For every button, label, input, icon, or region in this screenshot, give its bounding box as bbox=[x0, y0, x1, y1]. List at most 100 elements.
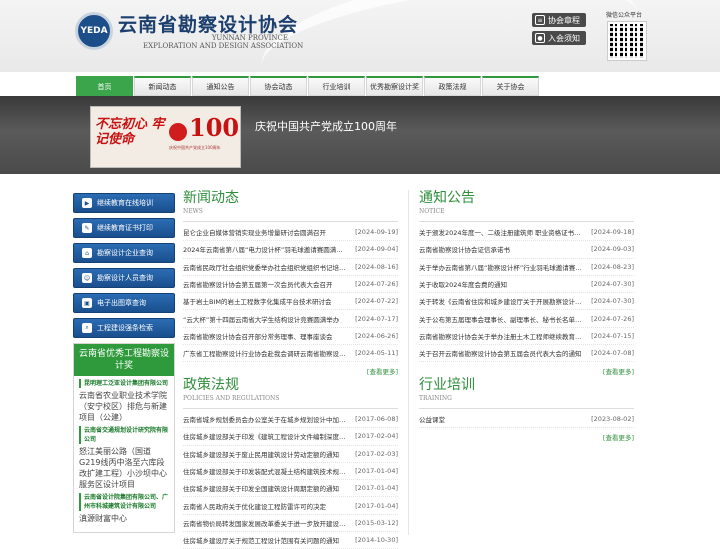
party-emblem-icon bbox=[169, 123, 187, 141]
list-item-title: 云南省勘察设计协会关于举办注册土木工程师继续教育的通知 bbox=[419, 332, 592, 341]
list-item[interactable]: 关于公布第五届理事会理事长、副理事长、秘书长名单的公告 [2024-07-26] bbox=[419, 310, 634, 328]
award-entry[interactable]: 云南省设计院集团有限公司、广州市科城建筑设计有限公司 滇源财富中心 bbox=[74, 490, 174, 524]
list-item[interactable]: 公益课堂 [2023-08-02] bbox=[419, 411, 634, 429]
sidebar-quick-link-label: 勘察设计企业查询 bbox=[97, 249, 153, 257]
nav-item[interactable]: 首页 bbox=[76, 76, 133, 96]
list-item-title: 住房城乡建设厅关于规范工程设计范围有关问题的通知 bbox=[183, 537, 339, 546]
nav-item[interactable]: 行业培训 bbox=[308, 76, 365, 96]
list-item[interactable]: 云南省民政厅社会组织党委举办社会组织党组织书记培训班 [2024-08-16] bbox=[183, 259, 398, 276]
list-item-date: [2024-07-22] bbox=[355, 297, 398, 306]
list-item[interactable]: 云南省勘察设计协会第五届第一次会员代表大会召开 [2024-07-26] bbox=[183, 276, 398, 294]
sidebar-quick-link[interactable]: ⌂ 勘察设计企业查询 bbox=[73, 243, 175, 263]
list-item-title: 住房城乡建设部关于印发全国建筑设计周期定额的通知 bbox=[183, 485, 339, 494]
list-item[interactable]: 关于颁发2024年度一、二级注册建筑师 职业资格证书的通知 [2024-09-18… bbox=[419, 224, 634, 242]
list-item-date: [2015-03-12] bbox=[355, 518, 398, 527]
list-item[interactable]: 关于举办云南省第八届“勘察设计杯”行业羽毛球邀请赛的通知 [2024-08-23] bbox=[419, 259, 634, 276]
notice-more-link[interactable]: [查看更多] bbox=[419, 366, 634, 376]
policy-title[interactable]: 政策法规 bbox=[183, 377, 398, 393]
sidebar-quick-link-label: 工程建设强条检索 bbox=[97, 324, 153, 332]
list-item[interactable]: 关于召开云南省勘察设计协会第五届会员代表大会的通知 [2024-07-08] bbox=[419, 345, 634, 363]
site-title-en-line1: YUNNAN PROVINCE bbox=[211, 34, 288, 42]
list-item-date: [2024-07-17] bbox=[355, 314, 398, 323]
notice-title[interactable]: 通知公告 bbox=[419, 190, 634, 206]
sidebar-quick-link[interactable]: ▶ 继续教育在线培训 bbox=[73, 193, 175, 213]
list-item-date: [2017-06-08] bbox=[355, 415, 398, 424]
news-more-link[interactable]: [查看更多] bbox=[183, 366, 398, 376]
search-icon: ⌕ bbox=[82, 323, 92, 333]
column-divider bbox=[408, 190, 409, 535]
award-company-name: 昆明理工泛亚设计集团有限公司 bbox=[79, 379, 169, 388]
stamp-icon: ▣ bbox=[82, 298, 92, 308]
charter-button[interactable]: ≡ 协会章程 bbox=[532, 13, 586, 27]
sidebar-quick-link[interactable]: ▣ 电子出图章查询 bbox=[73, 293, 175, 313]
list-item[interactable]: 2024年云南省第八届“电力设计杯”羽毛球邀请赛圆满落幕 [2024-09-04] bbox=[183, 241, 398, 259]
list-item[interactable]: 基于岩土BIM的岩土工程数字化集成平台技术研讨会 [2024-07-22] bbox=[183, 293, 398, 311]
list-item[interactable]: 关于转发《云南省住房和城乡建设厅关于开展勘察设计质量检查的通知》[2024-07… bbox=[419, 293, 634, 311]
list-item[interactable]: 云南省勘察设计协会证信承诺书 [2024-09-03] bbox=[419, 241, 634, 259]
policy-list: 云南省城乡规划委员会办公室关于在城乡规划设计中加强管理的通知[2017-06-0… bbox=[183, 411, 398, 549]
list-item[interactable]: 云南省勘察设计协会关于举办注册土木工程师继续教育的通知 [2024-07-15] bbox=[419, 328, 634, 346]
list-item-title: 云南省民政厅社会组织党委举办社会组织党组织书记培训班 bbox=[183, 263, 352, 272]
list-item[interactable]: 住房城乡建设部关于印发《建筑工程设计文件编制深度规定》的通知[2017-02-0… bbox=[183, 428, 398, 446]
list-item-title: 关于收取2024年度会费的通知 bbox=[419, 281, 508, 290]
sidebar-quick-link[interactable]: ☺ 勘察设计人员查询 bbox=[73, 268, 175, 288]
news-title[interactable]: 新闻动态 bbox=[183, 190, 398, 206]
award-box-title[interactable]: 云南省优秀工程勘察设计奖 bbox=[74, 344, 174, 376]
list-item[interactable]: 关于收取2024年度会费的通知 [2024-07-30] bbox=[419, 276, 634, 294]
list-item-title: 云南省勘察设计协会召开部分常务理事、理事座谈会 bbox=[183, 332, 333, 341]
list-item-title: 基于岩土BIM的岩土工程数字化集成平台技术研讨会 bbox=[183, 298, 332, 307]
nav-item[interactable]: 新闻动态 bbox=[134, 76, 191, 96]
nav-item[interactable]: 关于协会 bbox=[482, 76, 539, 96]
header-decoration bbox=[253, 0, 647, 72]
award-entry[interactable]: 昆明理工泛亚设计集团有限公司 云南省农业职业技术学院（安宁校区）排危与新建项目（公… bbox=[74, 376, 174, 423]
banner-image[interactable]: 不忘初心 牢记使命 100 庆祝中国共产党成立100周年 bbox=[90, 106, 241, 168]
banner-caption[interactable]: 庆祝中国共产党成立100周年 bbox=[255, 118, 397, 134]
training-more-link[interactable]: [查看更多] bbox=[419, 432, 634, 442]
list-item-date: [2024-05-11] bbox=[355, 349, 398, 358]
list-item-date: [2017-01-04] bbox=[355, 467, 398, 476]
list-item-title: 云南省物价局转发国家发展改革委关于进一步放开建设项目专业服务价格的通知 bbox=[183, 519, 355, 528]
list-item[interactable]: 广东省工程勘察设计行业协会赴我会调研云南省勘察设计行业 [2024-05-11] bbox=[183, 345, 398, 363]
sidebar-quick-link[interactable]: ✎ 继续教育证书打印 bbox=[73, 218, 175, 238]
sidebar-quick-link-label: 电子出图章查询 bbox=[97, 299, 146, 307]
list-item-title: 关于颁发2024年度一、二级注册建筑师 职业资格证书的通知 bbox=[419, 229, 592, 238]
list-item-date: [2024-07-08] bbox=[591, 349, 634, 358]
sidebar-quick-link[interactable]: ⌕ 工程建设强条检索 bbox=[73, 318, 175, 338]
list-item-title: 关于举办云南省第八届“勘察设计杯”行业羽毛球邀请赛的通知 bbox=[419, 263, 592, 272]
training-section: 行业培训 TRAINING 公益课堂 [2023-08-02] [查看更多] bbox=[419, 377, 634, 442]
join-guide-button[interactable]: ● 入会须知 bbox=[532, 31, 586, 45]
list-item-title: 云南省人民政府关于优化建设工程防雷许可的决定 bbox=[183, 502, 326, 511]
list-item-title: 云南省城乡规划委员会办公室关于在城乡规划设计中加强管理的通知 bbox=[183, 416, 355, 425]
award-entry[interactable]: 云南省交通规划设计研究院有限公司 怒江美丽公路（国道G219线丙中洛至六库段改扩建… bbox=[74, 423, 174, 490]
nav-item[interactable]: 协会动态 bbox=[250, 76, 307, 96]
list-item[interactable]: “云大杯”第十四届云南省大学生结构设计竞赛圆满举办 [2024-07-17] bbox=[183, 310, 398, 328]
sidebar: ▶ 继续教育在线培训 ✎ 继续教育证书打印 ⌂ 勘察设计企业查询 ☺ 勘察设计人员查询 ▣ 电子出… bbox=[73, 193, 175, 533]
nav-item[interactable]: 政策法规 bbox=[424, 76, 481, 96]
list-item-date: [2017-01-04] bbox=[355, 484, 398, 493]
person-icon: ☺ bbox=[82, 273, 92, 283]
list-item[interactable]: 云南省城乡规划委员会办公室关于在城乡规划设计中加强管理的通知[2017-06-0… bbox=[183, 411, 398, 429]
association-logo[interactable]: YEDA bbox=[75, 12, 113, 50]
list-item-date: [2017-01-04] bbox=[355, 501, 398, 510]
award-company-name: 云南省交通规划设计研究院有限公司 bbox=[79, 426, 169, 444]
list-item[interactable]: 住房城乡建设部关于废止民用建筑设计劳动定额的通知 [2017-02-03] bbox=[183, 446, 398, 463]
list-item[interactable]: 云南省人民政府关于优化建设工程防雷许可的决定 [2017-01-04] bbox=[183, 497, 398, 515]
training-title[interactable]: 行业培训 bbox=[419, 377, 634, 393]
site-title[interactable]: 云南省勘察设计协会 bbox=[118, 10, 298, 37]
list-item[interactable]: 住房城乡建设厅关于规范工程设计范围有关问题的通知 [2014-10-30] bbox=[183, 532, 398, 549]
list-item-date: [2014-10-30] bbox=[355, 536, 398, 545]
list-item-title: 2024年云南省第八届“电力设计杯”羽毛球邀请赛圆满落幕 bbox=[183, 246, 350, 255]
site-header: YEDA 云南省勘察设计协会 YUNNAN PROVINCE EXPLORATI… bbox=[0, 0, 720, 72]
list-item[interactable]: 住房城乡建设部关于印发装配式混凝土结构建筑技术规程的通知 [2017-01-04] bbox=[183, 463, 398, 481]
print-icon: ✎ bbox=[82, 223, 92, 233]
training-header: 行业培训 TRAINING bbox=[419, 377, 634, 409]
training-list: 公益课堂 [2023-08-02] bbox=[419, 411, 634, 429]
nav-item[interactable]: 优秀勘察设计奖 bbox=[366, 76, 423, 96]
list-item[interactable]: 云南省物价局转发国家发展改革委关于进一步放开建设项目专业服务价格的通知[2015… bbox=[183, 515, 398, 533]
list-item[interactable]: 云南省勘察设计协会召开部分常务理事、理事座谈会 [2024-06-26] bbox=[183, 328, 398, 346]
list-item[interactable]: 昆仑企业自媒体营销实现业务增量研讨会圆满召开 [2024-09-19] bbox=[183, 224, 398, 242]
nav-item[interactable]: 通知公告 bbox=[192, 76, 249, 96]
list-item[interactable]: 住房城乡建设部关于印发全国建筑设计周期定额的通知 [2017-01-04] bbox=[183, 480, 398, 498]
list-item-date: [2017-02-03] bbox=[355, 449, 398, 458]
notice-header: 通知公告 NOTICE bbox=[419, 190, 634, 222]
